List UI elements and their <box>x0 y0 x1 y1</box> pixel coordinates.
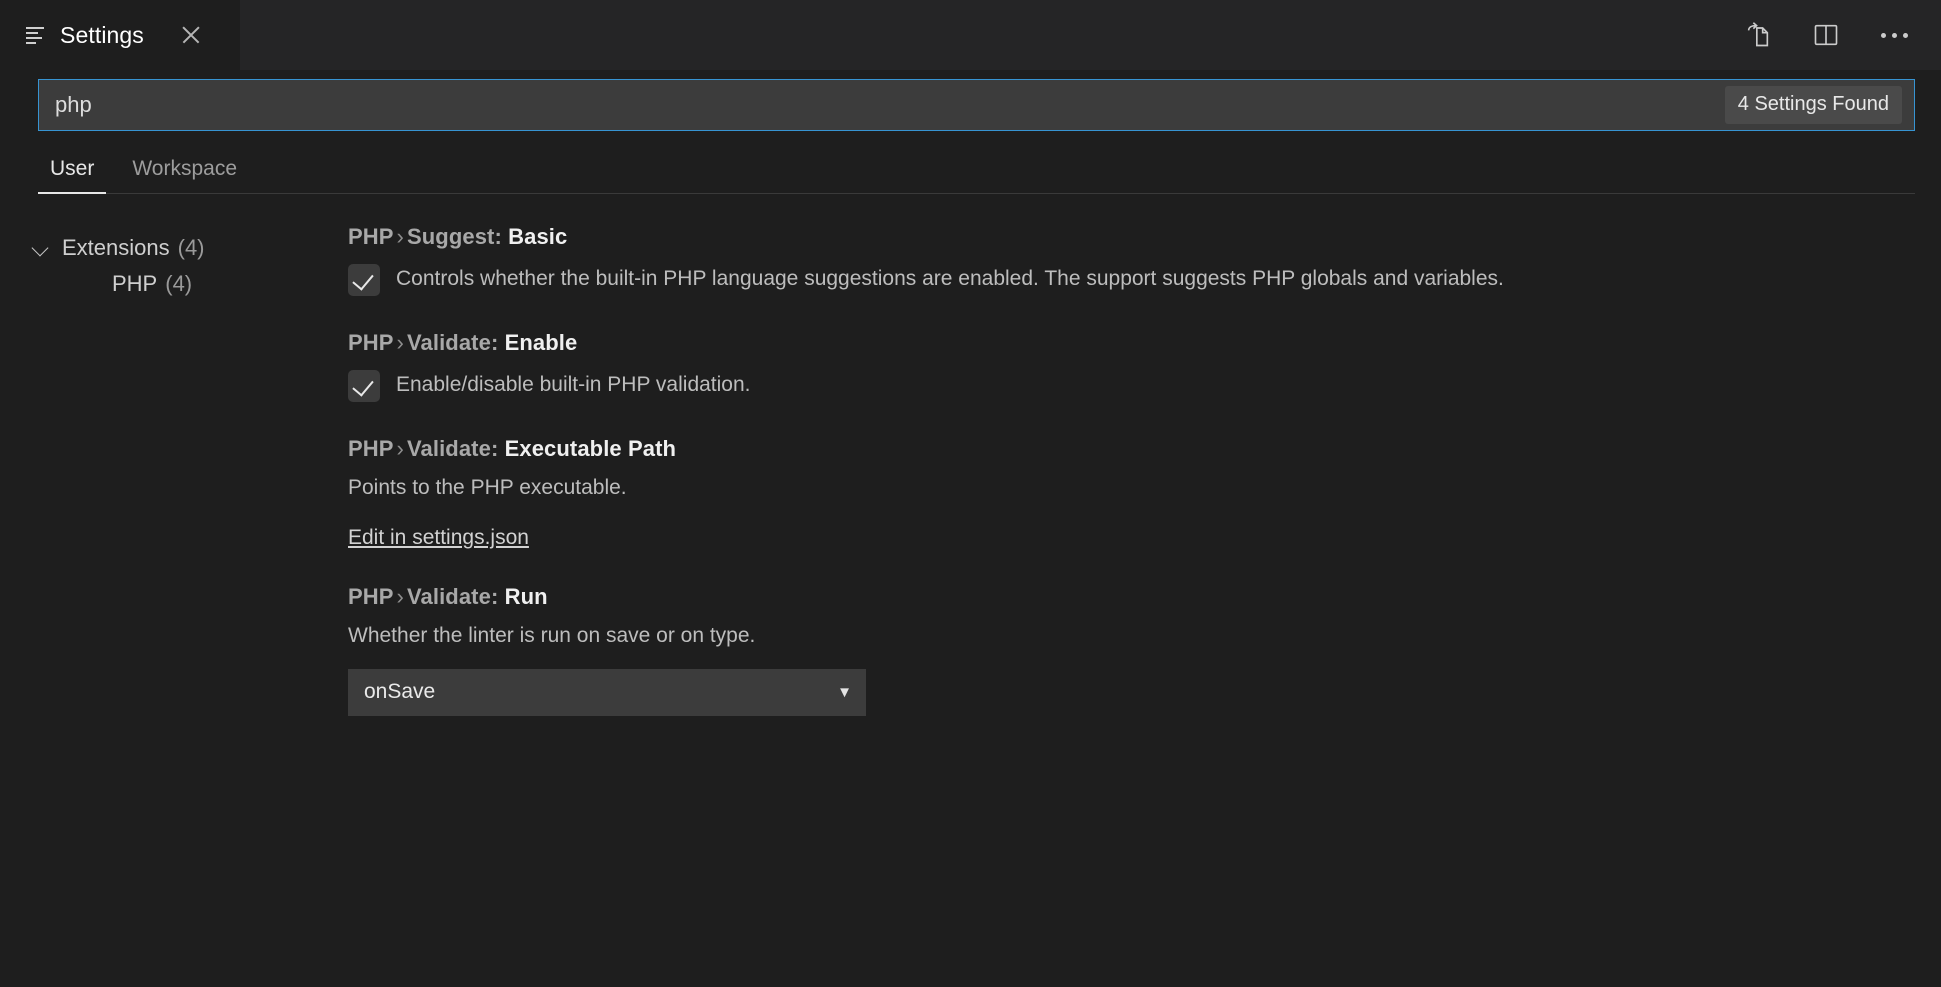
toc-item-label: PHP <box>112 271 157 297</box>
setting-title: PHP›Validate: Run <box>348 584 1941 610</box>
setting-description: Enable/disable built-in PHP validation. <box>396 368 751 399</box>
settings-search-box[interactable]: 4 Settings Found <box>38 79 1915 131</box>
setting-title-group: Validate: <box>407 584 498 609</box>
tab-label: Settings <box>60 22 144 49</box>
settings-search-area: 4 Settings Found <box>38 79 1915 131</box>
tab-user[interactable]: User <box>38 151 106 194</box>
editor-tab-bar: Settings <box>0 0 1941 70</box>
settings-list: PHP›Suggest: Basic Controls whether the … <box>340 194 1941 934</box>
more-actions-icon[interactable] <box>1877 18 1911 52</box>
toc-item-php[interactable]: PHP (4) <box>0 266 340 302</box>
results-count-badge: 4 Settings Found <box>1725 86 1902 124</box>
split-editor-icon[interactable] <box>1809 18 1843 52</box>
toc-item-extensions[interactable]: Extensions (4) <box>0 230 340 266</box>
setting-title-prefix: PHP <box>348 224 394 249</box>
setting-title-prefix: PHP <box>348 330 394 355</box>
settings-body: Extensions (4) PHP (4) PHP›Suggest: Basi… <box>0 194 1941 934</box>
setting-item-php-validate-run: PHP›Validate: Run Whether the linter is … <box>348 584 1941 715</box>
settings-toc: Extensions (4) PHP (4) <box>0 194 340 934</box>
search-input[interactable] <box>55 80 1725 130</box>
setting-title-group: Validate: <box>407 330 498 355</box>
setting-select-run[interactable]: onSave ▼ <box>348 669 866 716</box>
close-icon[interactable] <box>176 20 206 50</box>
setting-title-group: Validate: <box>407 436 498 461</box>
editor-actions <box>1741 0 1941 70</box>
breadcrumb-separator-icon: › <box>394 584 407 609</box>
setting-title-prefix: PHP <box>348 436 394 461</box>
setting-checkbox[interactable] <box>348 370 380 402</box>
setting-title: PHP›Validate: Enable <box>348 330 1941 356</box>
chevron-down-icon: ▼ <box>837 685 852 700</box>
setting-item-php-suggest-basic: PHP›Suggest: Basic Controls whether the … <box>348 224 1941 296</box>
breadcrumb-separator-icon: › <box>394 330 407 355</box>
setting-description: Whether the linter is run on save or on … <box>348 622 1941 650</box>
toc-item-count: (4) <box>178 235 205 261</box>
settings-lines-icon <box>26 25 46 45</box>
setting-description: Controls whether the built-in PHP langua… <box>396 262 1504 293</box>
settings-scope-tabs: User Workspace <box>38 151 1915 194</box>
edit-in-settings-json-link[interactable]: Edit in settings.json <box>348 526 529 550</box>
setting-title-leaf: Run <box>505 584 548 609</box>
setting-checkbox[interactable] <box>348 264 380 296</box>
select-value: onSave <box>364 680 837 704</box>
breadcrumb-separator-icon: › <box>394 436 407 461</box>
tab-settings[interactable]: Settings <box>0 0 240 70</box>
setting-title: PHP›Validate: Executable Path <box>348 436 1941 462</box>
setting-item-php-validate-executable-path: PHP›Validate: Executable Path Points to … <box>348 436 1941 550</box>
setting-title-leaf: Executable Path <box>505 436 676 461</box>
breadcrumb-separator-icon: › <box>394 224 407 249</box>
open-settings-json-icon[interactable] <box>1741 18 1775 52</box>
toc-item-label: Extensions <box>62 235 170 261</box>
setting-title-group: Suggest: <box>407 224 502 249</box>
setting-title-leaf: Basic <box>508 224 567 249</box>
setting-description: Points to the PHP executable. <box>348 474 1941 502</box>
setting-title-leaf: Enable <box>505 330 578 355</box>
setting-item-php-validate-enable: PHP›Validate: Enable Enable/disable buil… <box>348 330 1941 402</box>
toc-item-count: (4) <box>165 271 192 297</box>
setting-title: PHP›Suggest: Basic <box>348 224 1941 250</box>
setting-title-prefix: PHP <box>348 584 394 609</box>
tab-workspace[interactable]: Workspace <box>120 151 249 194</box>
chevron-down-icon <box>30 237 52 259</box>
